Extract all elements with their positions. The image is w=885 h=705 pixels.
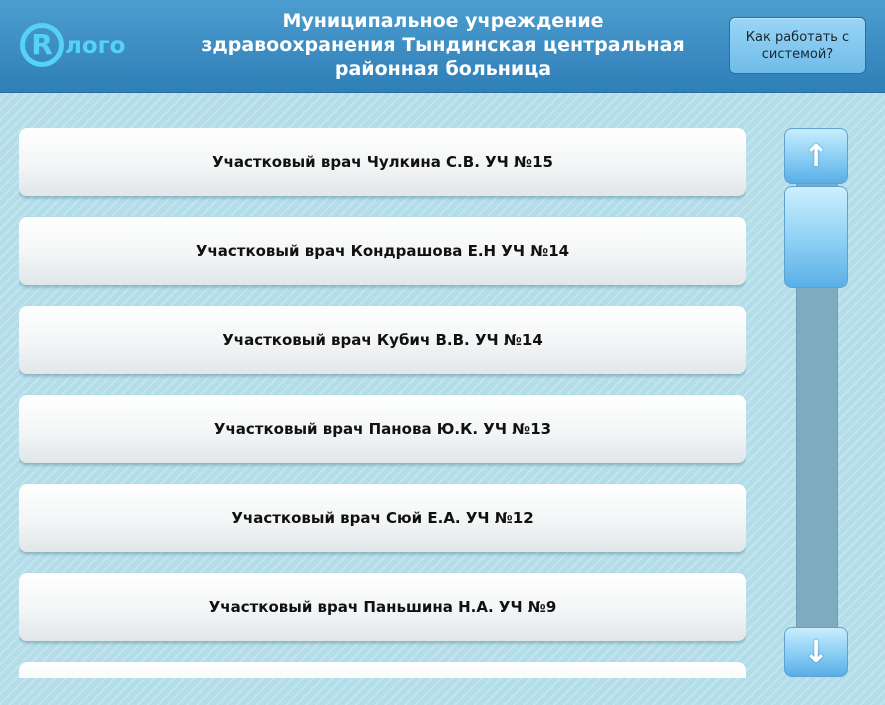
doctor-list-item[interactable]: Участковый врач Панова Ю.К. УЧ №13 <box>19 395 746 463</box>
page-title-line: здравоохранения Тындинская центральная <box>201 34 685 56</box>
page-title: Муниципальное учреждение здравоохранения… <box>180 9 706 81</box>
page-title-line: районная больница <box>334 58 552 80</box>
doctor-list-item[interactable]: Участковый врач Чулкина С.В. УЧ №15 <box>19 128 746 196</box>
logo: R лого <box>20 17 125 73</box>
doctor-list-item[interactable]: Участковый врач Паньшина Н.А. УЧ №9 <box>19 573 746 641</box>
arrow-up-icon: ↑ <box>803 138 829 174</box>
logo-icon: R <box>20 23 64 67</box>
scroll-down-button[interactable]: ↓ <box>784 627 848 677</box>
scroll-up-button[interactable]: ↑ <box>784 128 848 184</box>
doctor-list: Участковый врач Чулкина С.В. УЧ №15 Учас… <box>19 128 746 678</box>
doctor-list-item[interactable]: Участковый врач Кубич В.В. УЧ №14 <box>19 306 746 374</box>
arrow-down-icon: ↓ <box>803 634 829 670</box>
doctor-list-item[interactable]: Участковый врач Кондрашова Е.Н УЧ №14 <box>19 217 746 285</box>
logo-text: лого <box>65 33 126 59</box>
doctor-list-item[interactable]: Участковый врач Сюй Е.А. УЧ №12 <box>19 484 746 552</box>
page-title-line: Муниципальное учреждение <box>282 10 604 32</box>
scrollbar-thumb[interactable] <box>784 186 848 288</box>
doctor-list-item[interactable] <box>19 662 746 678</box>
header-bar: R лого Муниципальное учреждение здравоох… <box>0 0 885 93</box>
help-button[interactable]: Как работать с системой? <box>729 17 866 74</box>
